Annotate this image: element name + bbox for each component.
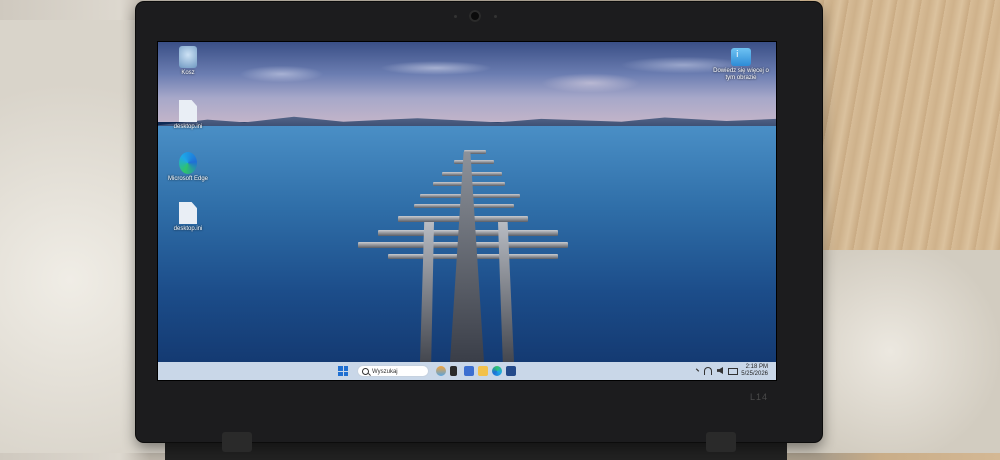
battery-icon [728, 368, 738, 375]
file-icon [179, 100, 197, 122]
desktop-icon-recycle-bin[interactable]: Kosz [166, 46, 210, 77]
info-image-icon: i [731, 48, 751, 66]
widgets-icon[interactable] [464, 366, 474, 376]
mic-dot [494, 15, 497, 18]
laptop: L14 Kosz desktop.ini Microsoft Edge desk… [136, 2, 822, 452]
weather-icon[interactable] [436, 366, 446, 376]
mic-dot [454, 15, 457, 18]
time-text: 2:18 PM [745, 364, 768, 370]
wallpaper-pier [158, 42, 776, 380]
date-text: 5/25/2026 [741, 371, 768, 377]
desktop-icon-edge[interactable]: Microsoft Edge [166, 152, 210, 183]
edge-icon[interactable] [492, 366, 502, 376]
webcam-icon [469, 10, 481, 22]
learn-about-image-widget[interactable]: i Dowiedz się więcej o tym obrazie [712, 48, 770, 82]
search-icon [362, 368, 369, 375]
clock[interactable]: 2:18 PM 5/25/2026 [741, 364, 768, 378]
file-explorer-icon[interactable] [478, 366, 488, 376]
system-tray[interactable] [692, 367, 738, 376]
task-view-icon[interactable] [450, 366, 457, 376]
hinge-right [706, 432, 736, 452]
search-input[interactable]: Wyszukaj [357, 365, 429, 377]
taskbar: Wyszukaj 2:18 PM 5/25/2026 [158, 362, 776, 380]
store-icon[interactable] [506, 366, 516, 376]
file-icon [179, 202, 197, 224]
edge-icon [179, 152, 197, 174]
chevron-up-icon [692, 368, 700, 375]
model-label: L14 [749, 392, 768, 402]
hinge-left [222, 432, 252, 452]
desktop-icon-file-2[interactable]: desktop.ini [166, 202, 210, 233]
recycle-bin-icon [179, 46, 197, 68]
screen: Kosz desktop.ini Microsoft Edge desktop.… [158, 42, 776, 380]
search-placeholder: Wyszukaj [372, 369, 398, 375]
start-button[interactable] [338, 366, 348, 376]
volume-icon [717, 367, 723, 374]
desktop-icon-file[interactable]: desktop.ini [166, 100, 210, 131]
wifi-icon [704, 367, 712, 375]
